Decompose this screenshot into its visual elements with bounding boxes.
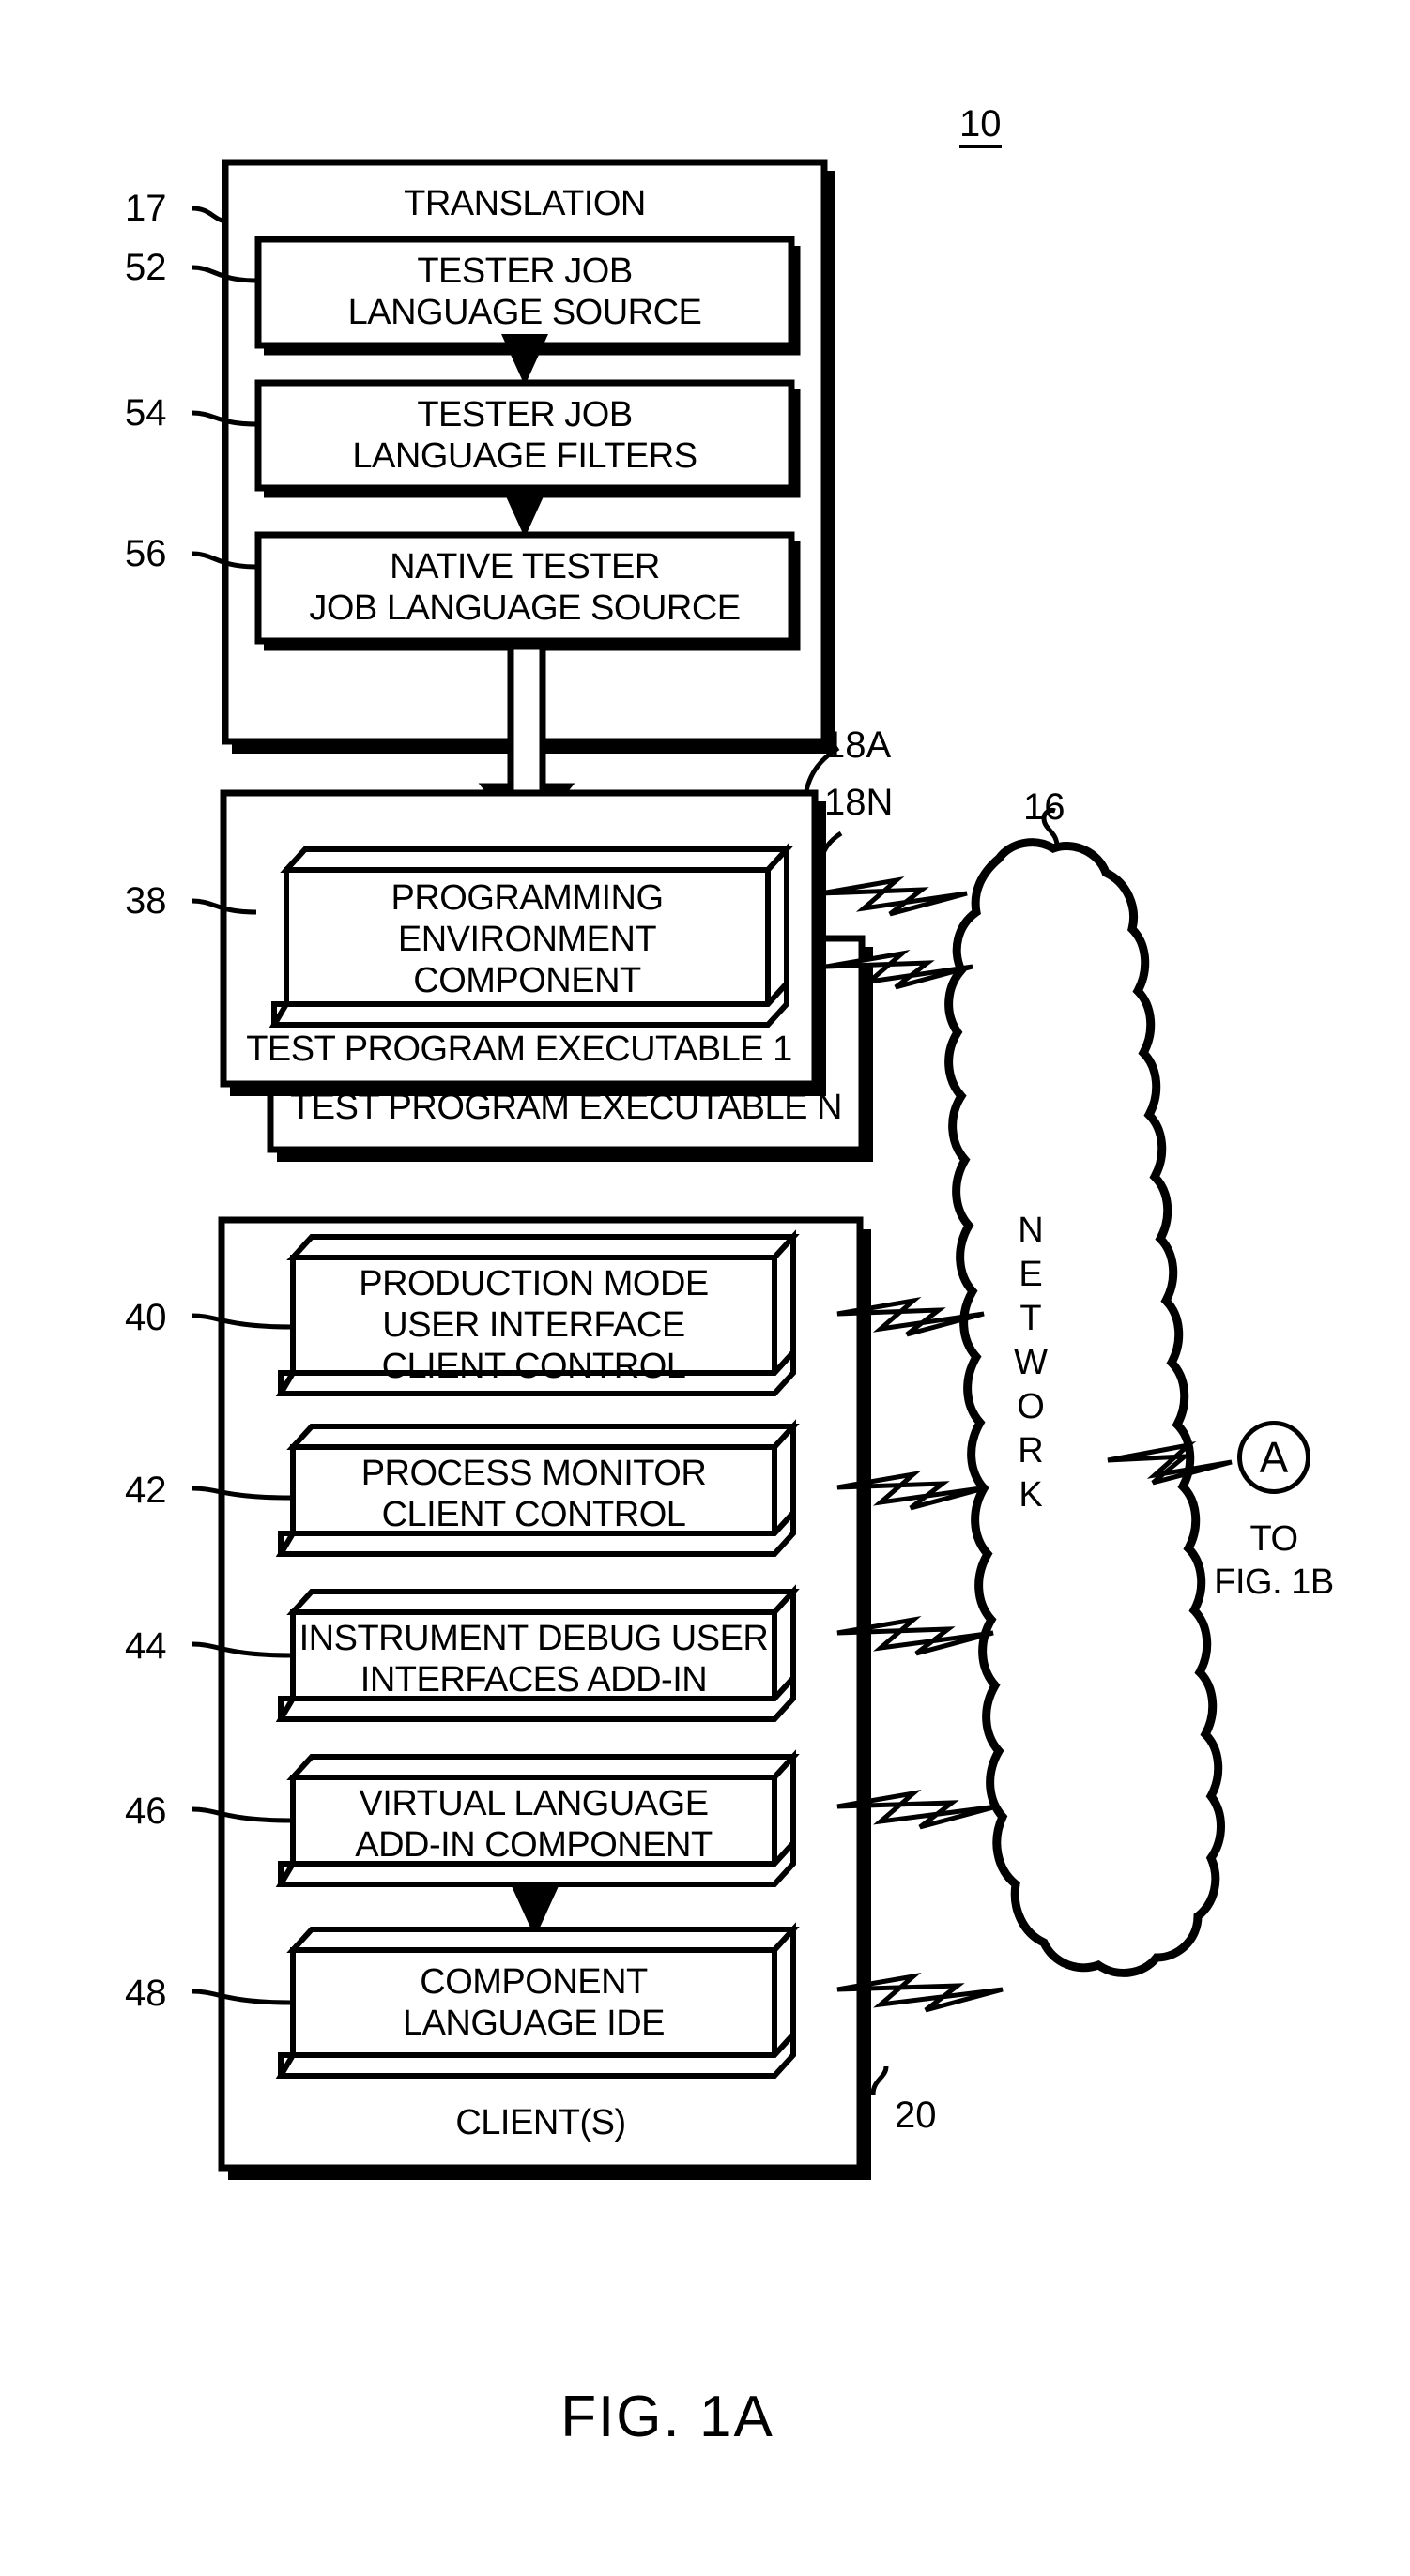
box-56-line1: NATIVE TESTER xyxy=(390,547,660,587)
figure-caption: FIG. 1A xyxy=(560,2385,774,2449)
box-46-line2: ADD-IN COMPONENT xyxy=(355,1825,713,1865)
reference-44: 44 xyxy=(125,1625,167,1667)
reference-18n: 18N xyxy=(824,782,894,823)
box-54-line1: TESTER JOB xyxy=(417,395,633,434)
connector-target-figure: FIG. 1B xyxy=(1214,1562,1334,1602)
box-46-line1: VIRTUAL LANGUAGE xyxy=(359,1784,709,1823)
box-52-line1: TESTER JOB xyxy=(417,252,633,291)
executable-1-label: TEST PROGRAM EXECUTABLE 1 xyxy=(246,1029,792,1069)
network-letter-w: W xyxy=(1014,1343,1048,1382)
reference-56: 56 xyxy=(125,533,167,574)
box-40-line3: CLIENT CONTROL xyxy=(381,1347,686,1386)
connector-a-symbol: A xyxy=(1237,1421,1310,1494)
network-letter-t: T xyxy=(1019,1299,1042,1338)
translation-title: TRANSLATION xyxy=(404,184,646,223)
network-letter-n: N xyxy=(1018,1211,1044,1250)
reference-16: 16 xyxy=(1023,786,1065,828)
network-label: N E T W O R K xyxy=(1003,1209,1059,1517)
network-letter-e: E xyxy=(1019,1255,1043,1294)
executable-n-label: TEST PROGRAM EXECUTABLE N xyxy=(290,1088,842,1127)
box-44-line2: INTERFACES ADD-IN xyxy=(360,1660,708,1700)
component-38-line3: COMPONENT xyxy=(413,961,641,1000)
box-56-line2: JOB LANGUAGE SOURCE xyxy=(309,588,741,628)
network-letter-r: R xyxy=(1018,1431,1044,1471)
network-cloud xyxy=(944,808,1225,1977)
component-38-line2: ENVIRONMENT xyxy=(397,920,657,959)
component-38-line1: PROGRAMMING xyxy=(391,878,664,918)
box-40-line1: PRODUCTION MODE xyxy=(359,1264,709,1303)
connector-to-label: TO xyxy=(1249,1519,1298,1559)
network-letter-k: K xyxy=(1019,1475,1043,1515)
box-48-line2: LANGUAGE IDE xyxy=(402,2004,666,2043)
box-42-line2: CLIENT CONTROL xyxy=(381,1495,686,1534)
patent-figure-page: 10 TRANSLATION 17 TESTER JOB LANGUAGE SO… xyxy=(0,0,1410,2576)
reference-48: 48 xyxy=(125,1973,167,2014)
reference-38: 38 xyxy=(125,880,167,922)
box-40-line2: USER INTERFACE xyxy=(382,1305,685,1345)
box-42-line1: PROCESS MONITOR xyxy=(360,1454,707,1493)
reference-17: 17 xyxy=(125,188,167,229)
box-44-line1: INSTRUMENT DEBUG USER xyxy=(299,1619,769,1658)
reference-20: 20 xyxy=(895,2095,937,2136)
reference-54: 54 xyxy=(125,392,167,434)
box-52-line2: LANGUAGE SOURCE xyxy=(347,293,702,332)
reference-42: 42 xyxy=(125,1470,167,1511)
reference-40: 40 xyxy=(125,1297,167,1338)
box-48-line1: COMPONENT xyxy=(420,1962,648,2002)
network-letter-o: O xyxy=(1017,1387,1045,1426)
clients-title: CLIENT(S) xyxy=(455,2103,626,2142)
system-reference-10: 10 xyxy=(959,105,1002,148)
reference-52: 52 xyxy=(125,247,167,288)
box-54-line2: LANGUAGE FILTERS xyxy=(352,436,697,476)
reference-46: 46 xyxy=(125,1791,167,1832)
lightning-connector-18a xyxy=(820,876,968,917)
reference-18a: 18A xyxy=(824,724,892,766)
